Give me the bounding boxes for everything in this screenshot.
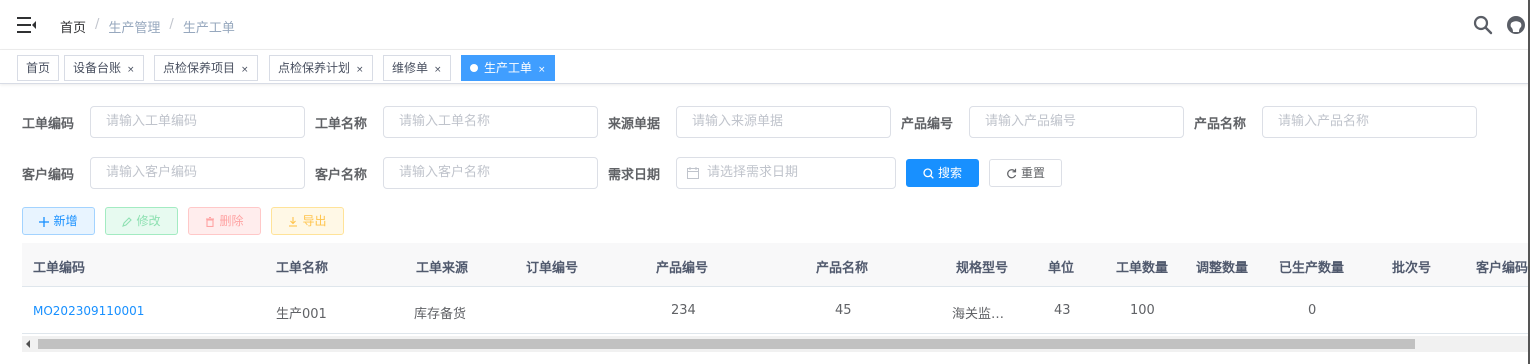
- scrollbar-thumb[interactable]: [38, 339, 1415, 349]
- search-icon[interactable]: [1473, 15, 1493, 35]
- column-header[interactable]: 批次号: [1392, 257, 1431, 276]
- search-icon: [923, 168, 934, 179]
- breadcrumb-current: 生产工单: [182, 21, 235, 36]
- breadcrumb: 首页 / 生产管理 / 生产工单: [60, 17, 235, 36]
- breadcrumb-separator: /: [169, 17, 174, 32]
- breadcrumb-home[interactable]: 首页: [60, 17, 86, 36]
- unit-cell: 43: [1054, 303, 1071, 318]
- github-icon[interactable]: [1506, 15, 1526, 35]
- column-header[interactable]: 工单编码: [33, 257, 85, 276]
- close-icon[interactable]: ×: [356, 65, 364, 75]
- column-header[interactable]: 订单编号: [526, 257, 578, 276]
- column-header[interactable]: 工单数量: [1116, 257, 1168, 276]
- column-header[interactable]: 已生产数量: [1279, 257, 1344, 276]
- add-button-label: 新增: [53, 214, 78, 228]
- horizontal-scrollbar[interactable]: [22, 336, 1530, 352]
- order-name-label: 工单名称: [315, 117, 368, 132]
- product-name-input[interactable]: 请输入产品名称: [1262, 106, 1477, 138]
- source-doc-label: 来源单据: [608, 117, 661, 132]
- tag-repair-order[interactable]: 维修单 ×: [383, 55, 451, 81]
- tag-inspection-plan[interactable]: 点检保养计划 ×: [269, 55, 373, 81]
- tag-home[interactable]: 首页: [17, 55, 60, 81]
- quantity-cell: 100: [1130, 303, 1155, 318]
- search-button-label: 搜索: [937, 166, 962, 180]
- source-doc-input[interactable]: 请输入来源单据: [676, 106, 891, 138]
- trash-icon: [206, 216, 215, 228]
- order-name-input[interactable]: 请输入工单名称: [383, 106, 598, 138]
- table-row[interactable]: MO202309110001 生产001 库存备货 234 45 海关监… 43…: [22, 288, 1530, 334]
- order-code-input[interactable]: 请输入工单编码: [90, 106, 305, 138]
- column-header[interactable]: 规格型号: [956, 257, 1008, 276]
- order-code-label: 工单编码: [22, 117, 75, 132]
- product-code-input[interactable]: 请输入产品编号: [969, 106, 1184, 138]
- column-header[interactable]: 单位: [1048, 257, 1074, 276]
- edit-icon: [122, 217, 133, 227]
- client-name-input[interactable]: 请输入客户名称: [383, 157, 598, 189]
- client-code-label: 客户编码: [22, 168, 75, 183]
- tag-work-order[interactable]: 生产工单 ×: [461, 55, 555, 81]
- client-code-input[interactable]: 请输入客户编码: [90, 157, 305, 189]
- tag-label: 点检保养项目: [163, 61, 236, 75]
- close-icon[interactable]: ×: [538, 65, 546, 75]
- add-button[interactable]: 新增: [22, 207, 95, 235]
- tag-label: 设备台账: [73, 61, 122, 75]
- plus-icon: [39, 217, 50, 227]
- navbar: 首页 / 生产管理 / 生产工单: [0, 0, 1530, 50]
- produced-cell: 0: [1308, 303, 1317, 318]
- calendar-icon: [687, 167, 699, 179]
- request-date-picker[interactable]: 请选择需求日期: [676, 157, 896, 189]
- column-header[interactable]: 工单来源: [416, 257, 468, 276]
- column-header[interactable]: 调整数量: [1196, 257, 1248, 276]
- export-button[interactable]: 导出: [271, 207, 344, 235]
- product-code-label: 产品编号: [901, 117, 954, 132]
- download-icon: [289, 217, 298, 227]
- tag-equipment-ledger[interactable]: 设备台账 ×: [64, 55, 144, 81]
- order-code-link[interactable]: MO202309110001: [33, 304, 144, 318]
- column-header[interactable]: 工单名称: [276, 257, 328, 276]
- tag-inspection-item[interactable]: 点检保养项目 ×: [154, 55, 258, 81]
- reset-button-label: 重置: [1020, 166, 1045, 180]
- edit-button-label: 修改: [136, 214, 161, 228]
- request-date-placeholder: 请选择需求日期: [707, 165, 799, 180]
- refresh-icon: [1007, 168, 1017, 179]
- product-name-cell: 45: [835, 303, 852, 318]
- order-name-cell: 生产001: [276, 307, 327, 322]
- export-button-label: 导出: [302, 214, 327, 228]
- hamburger-menu-icon[interactable]: [17, 16, 37, 34]
- tags-view: 首页 设备台账 × 点检保养项目 × 点检保养计划 × 维修单 × 生产工单 ×: [0, 50, 1530, 84]
- product-code-cell: 234: [671, 303, 696, 318]
- breadcrumb-production: 生产管理: [108, 21, 161, 36]
- tag-label: 点检保养计划: [278, 61, 351, 75]
- close-icon[interactable]: ×: [127, 65, 135, 75]
- search-button[interactable]: 搜索: [906, 159, 979, 187]
- client-name-label: 客户名称: [315, 168, 368, 183]
- close-icon[interactable]: ×: [434, 65, 442, 75]
- request-date-label: 需求日期: [608, 168, 661, 183]
- delete-button[interactable]: 删除: [188, 207, 261, 235]
- tag-label: 首页: [26, 61, 51, 75]
- column-header[interactable]: 客户编码: [1476, 257, 1528, 276]
- reset-button[interactable]: 重置: [989, 159, 1062, 187]
- column-header[interactable]: 产品编号: [656, 257, 708, 276]
- tag-label: 维修单: [392, 61, 429, 75]
- column-header[interactable]: 产品名称: [816, 257, 868, 276]
- product-name-label: 产品名称: [1194, 117, 1247, 132]
- scroll-left-arrow-icon[interactable]: [26, 340, 30, 348]
- delete-button-label: 删除: [219, 214, 244, 228]
- source-cell: 库存备货: [414, 307, 467, 322]
- tag-label: 生产工单: [484, 61, 533, 75]
- breadcrumb-separator: /: [95, 17, 100, 32]
- spec-cell: 海关监…: [952, 307, 1005, 322]
- active-dot-icon: [470, 64, 478, 72]
- edit-button[interactable]: 修改: [105, 207, 178, 235]
- table-header: 工单编码 工单名称 工单来源 订单编号 产品编号 产品名称 规格型号 单位 工单…: [22, 243, 1530, 287]
- close-icon[interactable]: ×: [241, 65, 249, 75]
